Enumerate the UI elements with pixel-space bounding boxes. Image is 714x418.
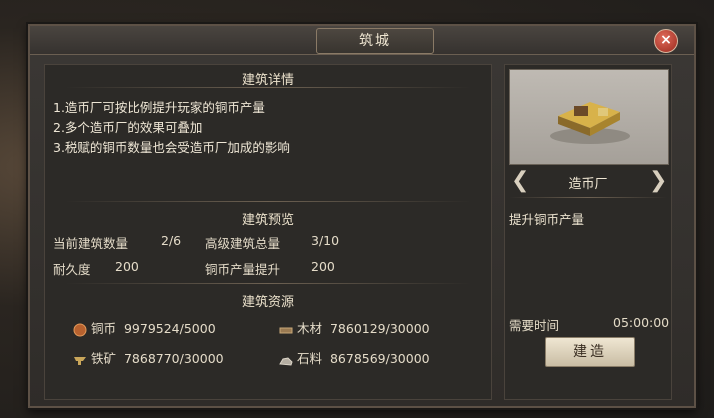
time-label: 需要时间 [509,318,560,333]
stone-icon [279,353,293,367]
building-name: 造币厂 [568,177,608,192]
iron-resource: 铁矿 7868770/30000 [73,349,224,369]
next-building-arrow-icon[interactable]: ❯ [649,169,667,195]
building-selector: ❮ 造币厂 ❯ [509,169,667,195]
advanced-total-value: 3/10 [311,233,340,248]
build-button[interactable]: 建造 [545,337,635,367]
dialog-title-bar: 筑城 × [30,26,694,55]
wood-resource: 木材 7860129/30000 [279,319,430,339]
stone-value: 8678569/30000 [329,351,430,366]
copper-value: 9979524/5000 [123,321,216,336]
copper-coin-icon [73,323,87,337]
build-city-dialog: 筑城 × 建筑详情 1.造币厂可按比例提升玩家的铜币产量 2.多个造币厂的效果可… [28,24,696,408]
advanced-total-label: 高级建筑总量 [205,236,281,251]
wood-value: 7860129/30000 [329,321,430,336]
close-button[interactable]: × [654,29,678,53]
copper-resource: 铜币 9979524/5000 [73,319,216,339]
iron-value: 7868770/30000 [123,351,224,366]
copper-label: 铜币 [91,321,117,336]
copper-boost-label: 铜币产量提升 [205,262,281,277]
detail-line-3: 3.税赋的铜币数量也会受造币厂加成的影响 [53,140,290,155]
iron-label: 铁矿 [91,351,117,366]
copper-boost-value: 200 [311,259,335,274]
durability-value: 200 [115,259,139,274]
building-info-panel: 建筑详情 1.造币厂可按比例提升玩家的铜币产量 2.多个造币厂的效果可叠加 3.… [44,64,492,400]
dialog-title: 筑城 [316,28,434,54]
preview-divider-top [65,201,471,202]
preview-heading: 建筑预览 [241,213,294,228]
iron-anvil-icon [73,353,87,367]
wood-label: 木材 [297,321,323,336]
building-side-panel: ❮ 造币厂 ❯ 提升铜币产量 需要时间 05:00:00 建造 [504,64,672,400]
current-count-value: 2/6 [161,233,182,248]
durability-label: 耐久度 [53,262,91,277]
resources-divider-top [65,283,471,284]
stone-label: 石料 [297,351,323,366]
current-count-label: 当前建筑数量 [53,236,129,251]
details-divider [65,87,471,88]
building-description: 提升铜币产量 [509,212,585,227]
prev-building-arrow-icon[interactable]: ❮ [511,169,529,195]
building-preview-image [509,69,669,165]
side-divider [509,197,667,198]
wood-icon [279,323,293,337]
detail-line-1: 1.造币厂可按比例提升玩家的铜币产量 [53,100,265,115]
stone-resource: 石料 8678569/30000 [279,349,430,369]
detail-line-2: 2.多个造币厂的效果可叠加 [53,120,203,135]
resources-heading: 建筑资源 [241,295,294,310]
details-heading: 建筑详情 [241,73,294,88]
time-value: 05:00:00 [613,315,670,330]
